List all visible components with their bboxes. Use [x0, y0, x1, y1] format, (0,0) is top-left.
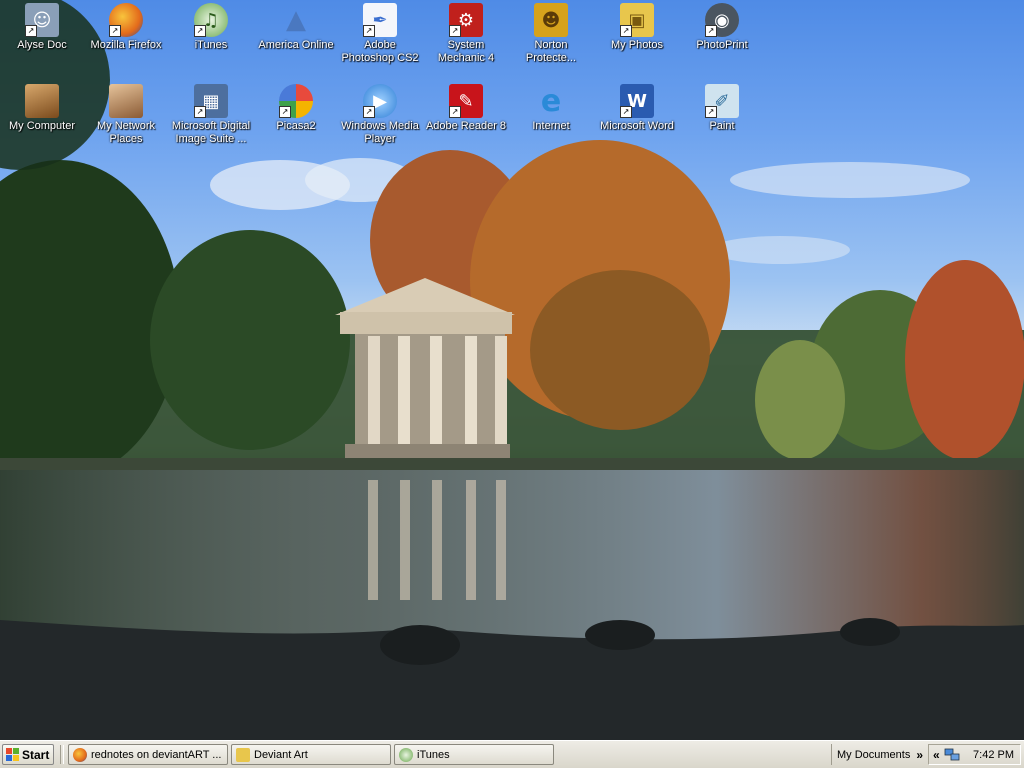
desktop-icon-label: My Network Places [96, 120, 156, 145]
start-button[interactable]: Start [2, 744, 54, 765]
internet-explorer-icon: e [540, 83, 562, 119]
desktop-icon-microsoft-word[interactable]: W ↗ Microsoft Word [594, 84, 680, 133]
my-documents-label: My Documents [837, 748, 911, 761]
desktop-icon-label: iTunes [194, 39, 228, 51]
desktop-icon-label: Windows Media Player [341, 120, 419, 145]
network-icon[interactable] [944, 748, 960, 762]
desktop-icon-itunes[interactable]: ♫ ↗ iTunes [168, 3, 254, 52]
desktop-icon-my-photos[interactable]: ▣ ↗ My Photos [594, 3, 680, 52]
taskbar: Start rednotes on deviantART ... Deviant… [0, 740, 1024, 768]
desktop-icon-paint[interactable]: ✐ ↗ Paint [679, 84, 765, 133]
task-button-label: rednotes on deviantART ... [91, 748, 222, 761]
picasa-icon: ↗ [279, 84, 313, 118]
folder-icon [236, 747, 250, 762]
desktop-icon-internet[interactable]: e Internet [508, 84, 594, 133]
tray-expand-chevron-icon[interactable]: « [933, 748, 940, 762]
portrait-icon [25, 84, 59, 118]
paint-icon: ✐ ↗ [705, 84, 739, 118]
task-button-itunes[interactable]: iTunes [394, 744, 554, 765]
desktop-icon-picasa2[interactable]: ↗ Picasa2 [253, 84, 339, 133]
itunes-icon: ♫ ↗ [194, 3, 228, 37]
desktop-icon-label: Norton Protecte... [525, 39, 577, 64]
desktop-icon-label: PhotoPrint [696, 39, 748, 51]
start-label: Start [22, 747, 50, 762]
desktop-icon-label: Paint [709, 120, 735, 132]
system-tray: « 7:42 PM [928, 744, 1021, 765]
desktop-icon-alyse-doc[interactable]: ☺ ↗ Alyse Doc [0, 3, 85, 52]
desktop-icon-adobe-photoshop[interactable]: ✒ ↗ Adobe Photoshop CS2 [337, 3, 423, 65]
digital-image-icon: ▦ ↗ [194, 84, 228, 118]
word-icon: W ↗ [620, 84, 654, 118]
desktop-icon-label: Microsoft Digital Image Suite ... [171, 120, 251, 145]
desktop-icon-photoprint[interactable]: ◉ ↗ PhotoPrint [679, 3, 765, 52]
media-player-icon: ▶ ↗ [363, 84, 397, 118]
anime-portrait-icon: ☺ ↗ [25, 3, 59, 37]
taskbar-clock[interactable]: 7:42 PM [973, 749, 1014, 761]
aol-icon: ▲ [286, 5, 306, 35]
firefox-icon: ↗ [109, 3, 143, 37]
photoshop-feather-icon: ✒ ↗ [363, 3, 397, 37]
desktop-icon-label: Alyse Doc [17, 39, 67, 51]
desktop-icon-america-online[interactable]: ▲ America Online [253, 3, 339, 52]
desktop-icon-label: Adobe Reader 8 [425, 120, 507, 132]
desktop-icon-label: Microsoft Word [600, 120, 674, 132]
desktop-icon-label: My Photos [611, 39, 663, 51]
desktop-icon-norton[interactable]: ☻ Norton Protecte... [508, 3, 594, 65]
folder-photos-icon: ▣ ↗ [620, 3, 654, 37]
desktop-icon-my-computer[interactable]: My Computer [0, 84, 85, 133]
desktop-icon-label: Adobe Photoshop CS2 [341, 39, 419, 64]
desktop-icon-my-network-places[interactable]: My Network Places [83, 84, 169, 146]
task-button-firefox[interactable]: rednotes on deviantART ... [68, 744, 228, 765]
desktop-icon-adobe-reader[interactable]: ✎ ↗ Adobe Reader 8 [423, 84, 509, 133]
desktop-icon-label: System Mechanic 4 [437, 39, 495, 64]
desktop-icon-windows-media-player[interactable]: ▶ ↗ Windows Media Player [337, 84, 423, 146]
desktop-icon-system-mechanic[interactable]: ⚙ ↗ System Mechanic 4 [423, 3, 509, 65]
norton-icon: ☻ [534, 3, 568, 37]
task-button-label: iTunes [417, 748, 450, 761]
taskbar-separator [60, 745, 64, 764]
desktop-icon-label: Picasa2 [276, 120, 316, 132]
windows-flag-icon [6, 748, 19, 761]
firefox-icon [73, 747, 87, 762]
desktop-icon-label: Mozilla Firefox [90, 39, 162, 51]
desktop-icon-label: Internet [532, 120, 570, 132]
desktop-icon-label: My Computer [8, 120, 76, 132]
task-button-label: Deviant Art [254, 748, 308, 761]
adobe-reader-icon: ✎ ↗ [449, 84, 483, 118]
my-documents-toolbar[interactable]: My Documents » [831, 744, 925, 765]
itunes-icon [399, 747, 413, 762]
photoprint-icon: ◉ ↗ [705, 3, 739, 37]
desktop-icon-mozilla-firefox[interactable]: ↗ Mozilla Firefox [83, 3, 169, 52]
portrait-icon [109, 84, 143, 118]
desktop-icon-digital-image-suite[interactable]: ▦ ↗ Microsoft Digital Image Suite ... [168, 84, 254, 146]
system-mechanic-icon: ⚙ ↗ [449, 3, 483, 37]
toolbar-chevron-icon[interactable]: » [916, 748, 923, 762]
desktop-icon-label: America Online [258, 39, 334, 51]
task-button-deviant-art[interactable]: Deviant Art [231, 744, 391, 765]
